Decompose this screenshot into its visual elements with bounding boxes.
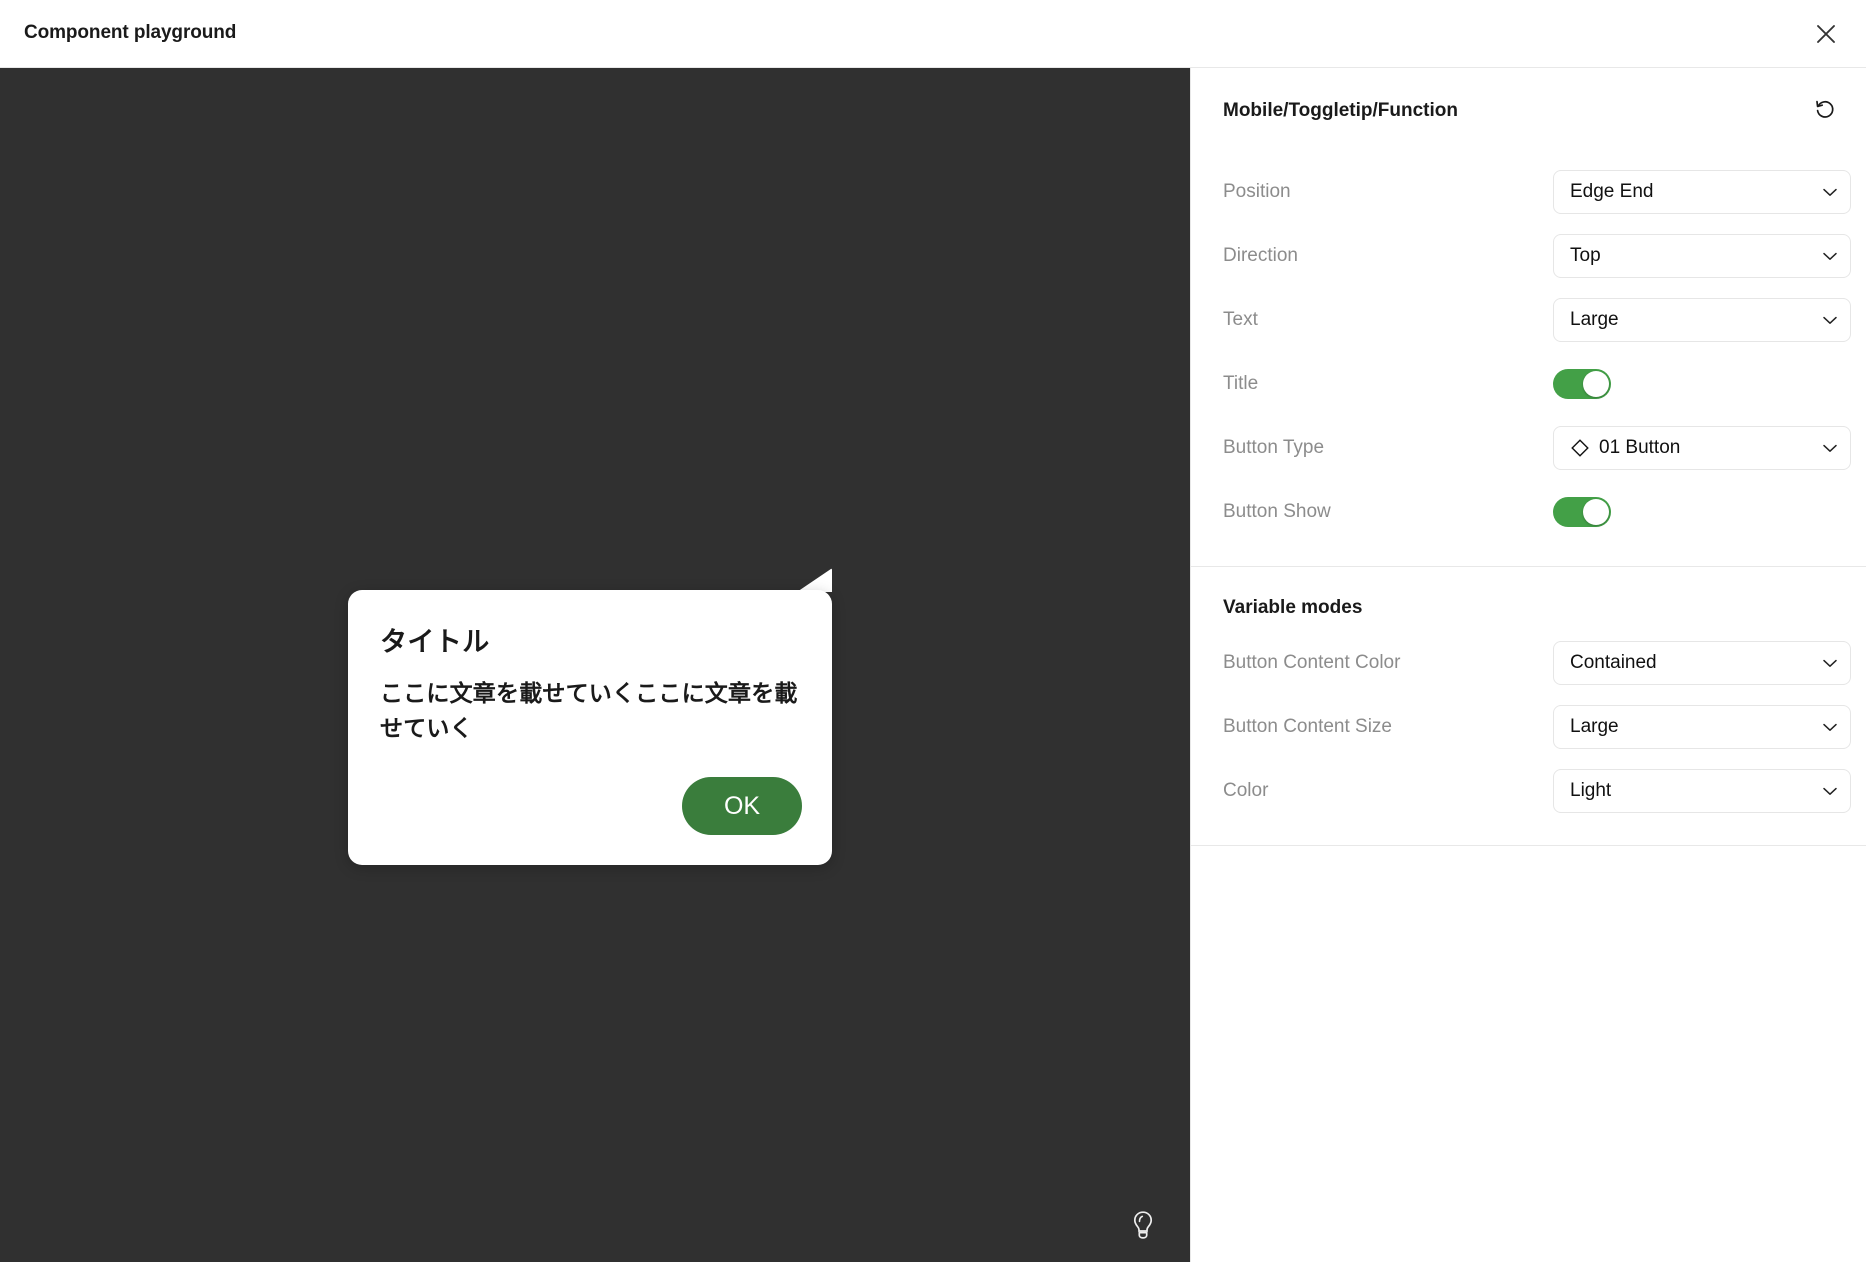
title-bar: Component playground: [0, 0, 1866, 68]
chevron-down-icon: [1822, 723, 1838, 732]
position-select[interactable]: Edge End: [1553, 170, 1851, 214]
text-select[interactable]: Large: [1553, 298, 1851, 342]
section-divider-bottom: [1191, 845, 1866, 846]
select-value: Large: [1570, 309, 1619, 330]
close-button[interactable]: [1806, 14, 1846, 54]
property-row-title: Title: [1191, 352, 1866, 416]
property-control: [1553, 369, 1830, 399]
property-control: Large: [1553, 705, 1851, 749]
toggletip-card: タイトル ここに文章を載せていくここに文章を載せていく OK: [348, 590, 832, 866]
toggletip-body: ここに文章を載せていくここに文章を載せていく: [380, 679, 798, 742]
property-label: Position: [1223, 181, 1291, 202]
chevron-down-icon: [1822, 252, 1838, 261]
property-row-direction: Direction Top: [1191, 224, 1866, 288]
select-value: Top: [1570, 245, 1601, 266]
property-label: Button Type: [1223, 437, 1325, 458]
select-value: 01 Button: [1599, 437, 1681, 458]
page-title: Component playground: [24, 22, 237, 43]
properties-panel: Mobile/Toggletip/Function Position Edge …: [1190, 68, 1866, 1262]
diamond-icon: [1570, 438, 1590, 458]
button-content-size-select[interactable]: Large: [1553, 705, 1851, 749]
title-toggle[interactable]: [1553, 369, 1611, 399]
toggletip-title: タイトル: [380, 627, 490, 657]
panel-header: Mobile/Toggletip/Function: [1191, 68, 1866, 136]
property-control: Large: [1553, 298, 1851, 342]
variable-modes-properties: Button Content Color Contained Button Co…: [1191, 623, 1866, 831]
chevron-down-icon: [1822, 444, 1838, 453]
button-show-toggle[interactable]: [1553, 497, 1611, 527]
component-properties: Position Edge End Direction Top Text Lar…: [1191, 136, 1866, 552]
property-row-button-show: Button Show: [1191, 480, 1866, 544]
property-label: Direction: [1223, 245, 1298, 266]
ok-button[interactable]: OK: [682, 777, 802, 836]
property-label: Button Show: [1223, 501, 1331, 522]
color-select[interactable]: Light: [1553, 769, 1851, 813]
toggletip-actions: OK: [380, 777, 802, 836]
variable-modes-title: Variable modes: [1223, 597, 1363, 618]
close-icon: [1817, 25, 1835, 43]
lightbulb-icon[interactable]: [1130, 1210, 1156, 1240]
property-row-color: Color Light: [1191, 759, 1866, 823]
toggletip-component[interactable]: タイトル ここに文章を載せていくここに文章を載せていく OK: [348, 568, 832, 866]
property-row-position: Position Edge End: [1191, 160, 1866, 224]
reset-icon: [1816, 100, 1834, 118]
toggletip-tail-icon: [797, 568, 832, 592]
chevron-down-icon: [1822, 659, 1838, 668]
chevron-down-icon: [1822, 316, 1838, 325]
property-row-button-content-size: Button Content Size Large: [1191, 695, 1866, 759]
panel-title: Mobile/Toggletip/Function: [1223, 100, 1458, 121]
select-value: Large: [1570, 716, 1619, 737]
button-content-color-select[interactable]: Contained: [1553, 641, 1851, 685]
property-label: Text: [1223, 309, 1258, 330]
property-row-text: Text Large: [1191, 288, 1866, 352]
property-control: [1553, 497, 1830, 527]
reset-button[interactable]: [1806, 90, 1844, 128]
button-type-select[interactable]: 01 Button: [1553, 426, 1851, 470]
select-value: Edge End: [1570, 181, 1654, 202]
property-row-button-content-color: Button Content Color Contained: [1191, 631, 1866, 695]
toggle-knob: [1583, 371, 1609, 397]
chevron-down-icon: [1822, 188, 1838, 197]
property-label: Button Content Color: [1223, 652, 1401, 673]
toggle-knob: [1583, 499, 1609, 525]
property-control: Top: [1553, 234, 1851, 278]
property-label: Button Content Size: [1223, 716, 1392, 737]
property-control: Edge End: [1553, 170, 1851, 214]
select-value: Light: [1570, 780, 1612, 801]
property-control: Contained: [1553, 641, 1851, 685]
select-value: Contained: [1570, 652, 1657, 673]
direction-select[interactable]: Top: [1553, 234, 1851, 278]
property-row-button-type: Button Type 01 Button: [1191, 416, 1866, 480]
property-control: Light: [1553, 769, 1851, 813]
preview-canvas: タイトル ここに文章を載せていくここに文章を載せていく OK: [0, 68, 1190, 1262]
property-label: Color: [1223, 780, 1269, 801]
property-control: 01 Button: [1553, 426, 1851, 470]
property-label: Title: [1223, 373, 1259, 394]
chevron-down-icon: [1822, 787, 1838, 796]
